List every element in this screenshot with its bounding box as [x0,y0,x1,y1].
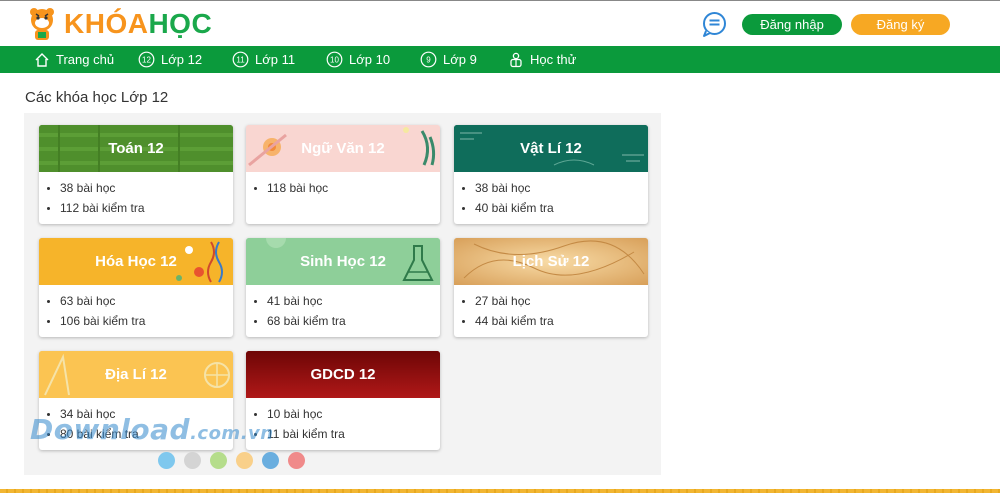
test-count: 112 bài kiểm tra [60,198,233,218]
course-card-history[interactable]: Lịch Sử 12 27 bài học 44 bài kiểm tra [454,238,648,337]
watermark-text: Download [30,413,191,446]
color-dot [288,452,305,469]
course-title: Vật Lí 12 [520,140,582,157]
course-title: Hóa Học 12 [95,253,177,270]
test-count: 11 bài kiểm tra [267,424,440,444]
course-card-chemistry[interactable]: Hóa Học 12 63 bài học 106 bài kiểm tra [39,238,233,337]
color-dot [236,452,253,469]
grade-10-icon: 10 [326,51,343,68]
watermark-tld: .com.vn [190,423,274,444]
color-dot [184,452,201,469]
trial-icon [510,52,522,67]
lesson-count: 38 bài học [475,178,648,198]
lesson-count: 41 bài học [267,291,440,311]
color-dot [158,452,175,469]
course-card-header: Hóa Học 12 [39,238,233,285]
lesson-count: 10 bài học [267,404,440,424]
course-card-civics[interactable]: GDCD 12 10 bài học 11 bài kiểm tra [246,351,440,450]
grade-badge: 10 [330,56,339,65]
course-title: Ngữ Văn 12 [301,140,385,157]
nav-item-grade-10[interactable]: 10 Lớp 10 [326,46,390,73]
course-title: Địa Lí 12 [105,366,167,383]
nav-item-trial[interactable]: Học thử [508,46,576,73]
course-card-header: Toán 12 [39,125,233,172]
tiger-mascot-icon [30,8,54,40]
nav-item-label: Học thử [530,52,577,67]
nav-item-grade-12[interactable]: 12 Lớp 12 [138,46,202,73]
test-count: 106 bài kiểm tra [60,311,233,331]
color-dots [158,452,305,469]
test-count: 68 bài kiểm tra [267,311,440,331]
nav-item-label: Lớp 11 [255,52,296,67]
download-watermark: Download.com.vn [30,413,274,446]
chat-bubble-icon[interactable] [701,11,728,38]
lesson-count: 63 bài học [60,291,233,311]
nav-item-label: Trang chủ [56,52,115,67]
grade-badge: 9 [426,56,431,65]
nav-item-label: Lớp 9 [443,52,477,67]
top-header: KHÓAHỌC Đăng nhập Đăng ký [0,0,1000,46]
section-title: Các khóa học Lớp 12 [25,89,169,106]
main-nav: Trang chủ 12 Lớp 12 11 Lớp 11 10 Lớp 10 … [0,46,1000,73]
course-card-physics[interactable]: Vật Lí 12 38 bài học 40 bài kiểm tra [454,125,648,224]
course-card-header: Địa Lí 12 [39,351,233,398]
test-count: 44 bài kiểm tra [475,311,648,331]
course-card-literature[interactable]: Ngữ Văn 12 118 bài học [246,125,440,224]
grade-9-icon: 9 [420,51,437,68]
course-card-biology[interactable]: Sinh Học 12 41 bài học 68 bài kiểm tra [246,238,440,337]
course-title: Toán 12 [108,140,164,157]
course-title: GDCD 12 [310,366,376,383]
lesson-count: 38 bài học [60,178,233,198]
course-card-header: Lịch Sử 12 [454,238,648,285]
course-card-header: GDCD 12 [246,351,440,398]
course-title: Lịch Sử 12 [512,253,590,270]
lesson-count: 118 bài học [267,178,440,198]
course-card-header: Sinh Học 12 [246,238,440,285]
grade-11-icon: 11 [232,51,249,68]
nav-item-label: Lớp 12 [161,52,203,67]
logo-text-khoa: KHÓA [64,8,149,39]
course-card-header: Ngữ Văn 12 [246,125,440,172]
home-icon [35,52,49,67]
grade-badge: 12 [142,56,151,65]
login-button[interactable]: Đăng nhập [742,14,842,35]
logo-text-hoc: HỌC [148,8,213,39]
color-dot [210,452,227,469]
footer-border [0,489,1000,493]
site-logo[interactable]: KHÓAHỌC [24,5,212,43]
color-dot [262,452,279,469]
course-card-math[interactable]: Toán 12 38 bài học 112 bài kiểm tra [39,125,233,224]
nav-item-home[interactable]: Trang chủ [34,46,114,73]
lesson-count: 27 bài học [475,291,648,311]
logo-text: KHÓAHỌC [64,8,212,40]
grade-badge: 11 [236,56,245,65]
nav-item-grade-11[interactable]: 11 Lớp 11 [232,46,295,73]
nav-item-grade-9[interactable]: 9 Lớp 9 [420,46,477,73]
course-card-header: Vật Lí 12 [454,125,648,172]
course-title: Sinh Học 12 [300,253,386,270]
test-count: 40 bài kiểm tra [475,198,648,218]
nav-item-label: Lớp 10 [349,52,391,67]
register-button[interactable]: Đăng ký [851,14,950,35]
grade-12-icon: 12 [138,51,155,68]
